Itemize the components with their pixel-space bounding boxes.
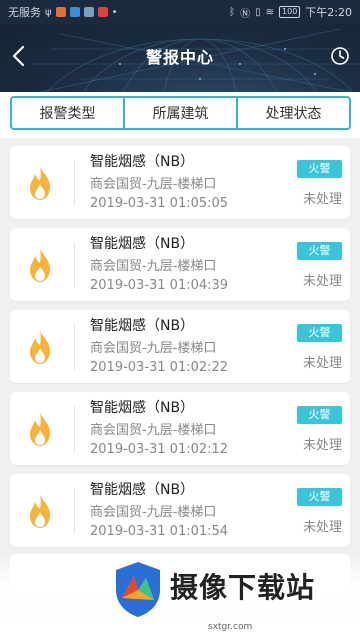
more-dots-icon: • <box>111 6 118 18</box>
bluetooth-icon: ᛒ <box>229 6 236 18</box>
alarm-card[interactable]: 智能烟感（NB） 商会国贸-九层-楼梯口 2019-03-31 01:02:12… <box>10 392 350 465</box>
device-name: 智能烟感（NB） <box>90 482 195 498</box>
alarm-time: 2019-03-31 01:04:39 <box>90 278 229 293</box>
alarm-type-badge: 火警 <box>297 324 342 342</box>
clock-icon <box>331 47 349 65</box>
card-divider <box>74 488 75 534</box>
device-name: 智能烟感（NB） <box>90 154 195 170</box>
device-name: 智能烟感（NB） <box>90 318 195 334</box>
watermark-overlay: 摄像下载站 sxtgr.com <box>0 554 360 640</box>
card-divider <box>74 242 75 288</box>
alarm-type-badge: 火警 <box>297 488 342 506</box>
status-bar: 无服务 ψ • ᛒ Ⓝ ▯ ≋ 100 下午2:20 <box>0 0 360 24</box>
watermark-url: sxtgr.com <box>208 622 253 632</box>
alarm-card[interactable]: 智能烟感（NB） 商会国贸-九层-楼梯口 2019-03-31 01:02:22… <box>10 310 350 383</box>
flame-icon <box>30 412 50 446</box>
alarm-time: 2019-03-31 01:05:05 <box>90 196 229 211</box>
filter-alarm-type[interactable]: 报警类型 <box>12 98 123 128</box>
process-status: 未处理 <box>302 356 342 371</box>
nfc-icon: Ⓝ <box>240 8 251 20</box>
filter-building[interactable]: 所属建筑 <box>123 98 236 128</box>
watermark-text: 摄像下载站 <box>170 571 316 604</box>
process-status: 未处理 <box>302 520 342 535</box>
history-button[interactable] <box>330 46 350 66</box>
device-name: 智能烟感（NB） <box>90 400 195 416</box>
page-title: 警报中心 <box>145 48 214 67</box>
device-location: 商会国贸-九层-楼梯口 <box>90 423 217 438</box>
carrier-text: 无服务 <box>8 6 41 19</box>
device-location: 商会国贸-九层-楼梯口 <box>90 259 217 274</box>
app-notification-icon <box>55 7 66 17</box>
app-notification-icon <box>83 7 94 17</box>
vibrate-icon: ▯ <box>255 6 261 18</box>
card-divider <box>74 324 75 370</box>
alarm-card[interactable]: 智能烟感（NB） 商会国贸-九层-楼梯口 2019-03-31 01:01:54… <box>10 474 350 547</box>
alarm-time: 2019-03-31 01:02:22 <box>90 360 229 375</box>
device-location: 商会国贸-九层-楼梯口 <box>90 341 217 356</box>
alarm-type-badge: 火警 <box>297 406 342 424</box>
battery-indicator: 100 <box>279 6 301 18</box>
app-notification-icon <box>69 7 80 17</box>
app-header: 警报中心 <box>0 24 360 92</box>
process-status: 未处理 <box>302 274 342 289</box>
clock-text: 下午2:20 <box>305 6 352 19</box>
flame-icon <box>30 166 50 200</box>
alarm-card[interactable]: 智能烟感（NB） 商会国贸-九层-楼梯口 2019-03-31 01:05:05… <box>10 146 350 219</box>
usb-icon: ψ <box>45 6 52 18</box>
flame-icon <box>30 330 50 364</box>
alarm-type-badge: 火警 <box>297 242 342 260</box>
device-location: 商会国贸-九层-楼梯口 <box>90 505 217 520</box>
filter-bar: 报警类型 所属建筑 处理状态 <box>0 92 360 138</box>
card-divider <box>74 160 75 206</box>
flame-icon <box>30 494 50 528</box>
process-status: 未处理 <box>302 192 342 207</box>
alarm-card[interactable]: 智能烟感（NB） 商会国贸-九层-楼梯口 2019-03-31 01:04:39… <box>10 228 350 301</box>
flame-icon <box>30 248 50 282</box>
watermark-logo-icon <box>116 562 160 617</box>
alarm-type-badge: 火警 <box>297 160 342 178</box>
filter-group: 报警类型 所属建筑 处理状态 <box>10 96 351 130</box>
device-name: 智能烟感（NB） <box>90 236 195 252</box>
alarm-time: 2019-03-31 01:01:54 <box>90 524 229 539</box>
alarm-time: 2019-03-31 01:02:12 <box>90 442 229 457</box>
app-notification-icon <box>97 7 108 17</box>
process-status: 未处理 <box>302 438 342 453</box>
device-location: 商会国贸-九层-楼梯口 <box>90 177 217 192</box>
filter-status[interactable]: 处理状态 <box>236 98 349 128</box>
card-divider <box>74 406 75 452</box>
wifi-icon: ≋ <box>265 6 275 18</box>
